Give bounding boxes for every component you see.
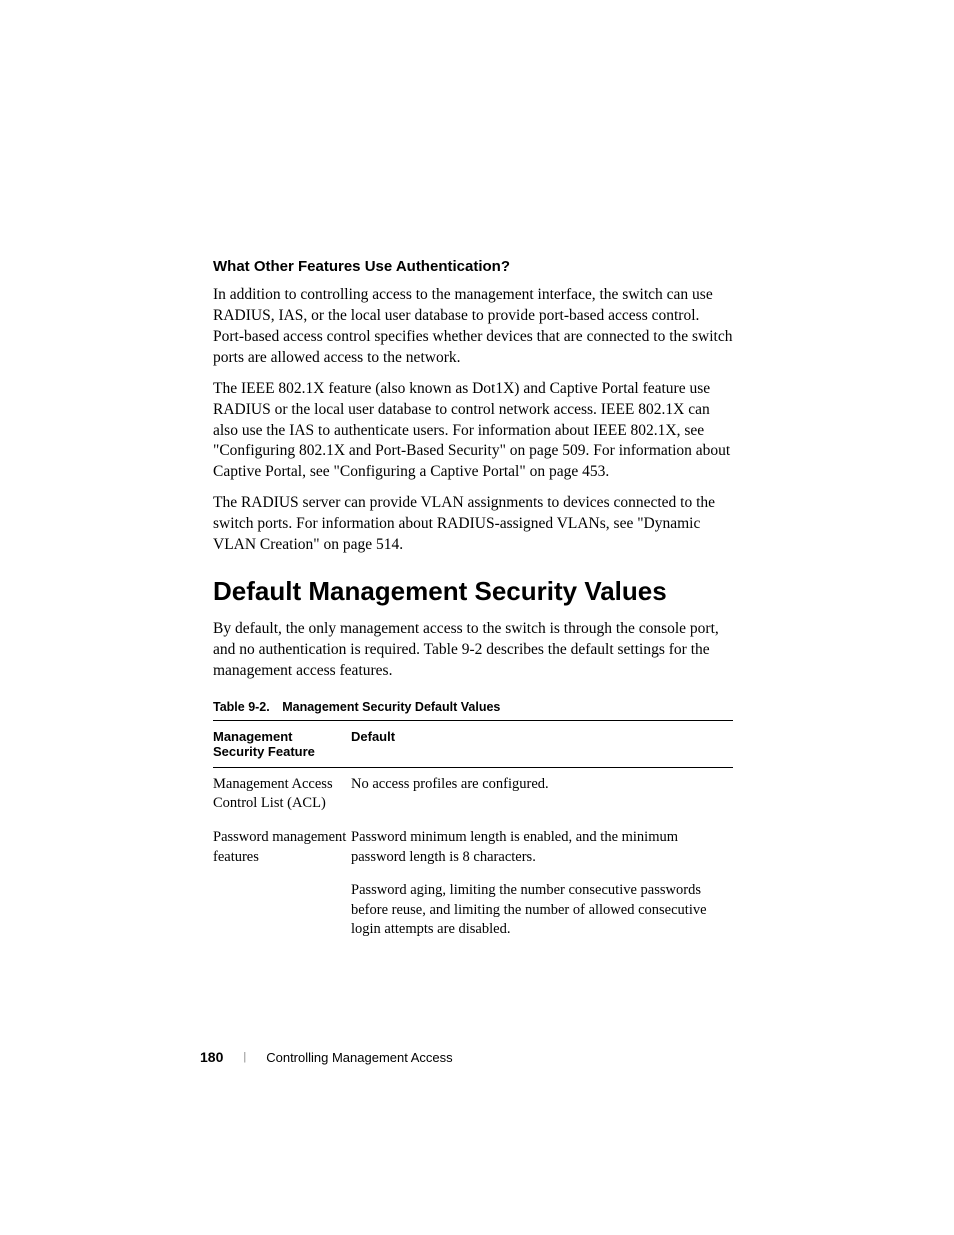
table-cell-feature: Password management features <box>213 821 351 874</box>
table-row: Password management features Password mi… <box>213 821 733 874</box>
body-paragraph-3: The RADIUS server can provide VLAN assig… <box>213 493 733 556</box>
table-row: Password aging, limiting the number cons… <box>213 874 733 947</box>
table-header-default: Default <box>351 720 733 767</box>
section-heading: Default Management Security Values <box>213 576 733 607</box>
subsection-heading: What Other Features Use Authentication? <box>213 258 733 275</box>
table-cell-feature: Management Access Control List (ACL) <box>213 767 351 821</box>
table-cell-feature <box>213 874 351 947</box>
table-header-row: Management Security Feature Default <box>213 720 733 767</box>
footer-section-title: Controlling Management Access <box>266 1050 452 1065</box>
table-row: Management Access Control List (ACL) No … <box>213 767 733 821</box>
table-header-feature: Management Security Feature <box>213 720 351 767</box>
page-footer: 180 | Controlling Management Access <box>200 1049 453 1065</box>
table-cell-default: No access profiles are configured. <box>351 767 733 821</box>
body-paragraph-2: The IEEE 802.1X feature (also known as D… <box>213 379 733 484</box>
body-paragraph-1: In addition to controlling access to the… <box>213 285 733 369</box>
table-cell-default: Password minimum length is enabled, and … <box>351 821 733 874</box>
table-caption: Table 9-2. Management Security Default V… <box>213 700 733 714</box>
page-number: 180 <box>200 1049 223 1065</box>
security-defaults-table: Management Security Feature Default Mana… <box>213 720 733 947</box>
table-cell-default: Password aging, limiting the number cons… <box>351 874 733 947</box>
footer-divider: | <box>243 1051 246 1063</box>
body-paragraph-4: By default, the only management access t… <box>213 619 733 682</box>
page-content: What Other Features Use Authentication? … <box>213 258 733 947</box>
